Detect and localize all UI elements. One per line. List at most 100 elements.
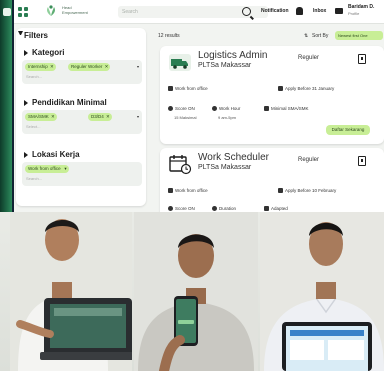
chip-internship[interactable]: Internship ✕ — [25, 63, 56, 71]
remove-chip-icon[interactable]: ▾ — [64, 165, 66, 173]
caret-right-icon[interactable] — [24, 100, 28, 106]
graduation-icon — [264, 206, 269, 211]
inbox-link[interactable]: Inbox — [313, 8, 326, 14]
work-hour-meta: Work Hour — [212, 106, 240, 111]
kategori-search[interactable]: Search... — [26, 74, 42, 79]
work-hour-text: Work Hour — [219, 106, 241, 111]
chip-reguler-worker[interactable]: Reguler Worker ✕ — [68, 63, 111, 71]
job-title[interactable]: Logistics Admin — [198, 50, 267, 61]
pendidikan-search[interactable]: Select... — [26, 124, 40, 129]
chip-label: D3/D4 — [91, 114, 104, 119]
deadline-meta: Apply Before 10 February — [278, 188, 336, 193]
score-value: 15 Maksimal — [174, 115, 197, 120]
chip-work-from-office[interactable]: Work from office ▾ — [25, 165, 69, 173]
photo-composite: Head Empowerment Search Notification Inb… — [0, 0, 384, 371]
photo-panel-middle — [134, 212, 258, 371]
truck-icon — [169, 54, 191, 71]
pendidikan-select[interactable]: SMA/SMK ✕ D3/D4 ✕ ▾ Select... — [22, 110, 142, 134]
photo-panel-left — [10, 212, 136, 371]
job-card[interactable]: Logistics Admin PLTSa Makassar Reguler W… — [160, 46, 384, 144]
calendar-icon — [278, 86, 283, 91]
education-text: Minimal SMA/SMK — [271, 106, 309, 111]
team-photo — [0, 212, 384, 371]
job-title[interactable]: Work Scheduler — [198, 152, 269, 163]
clock-icon — [168, 206, 173, 211]
top-navbar: Head Empowerment Search Notification Inb… — [14, 0, 384, 24]
job-type: Reguler — [298, 55, 320, 61]
bookmark-icon[interactable] — [358, 54, 366, 64]
brand-name: Head Empowerment — [62, 5, 88, 15]
education-meta: Adapted — [264, 206, 288, 211]
chip-label: Reguler Worker — [71, 64, 103, 69]
remove-chip-icon[interactable]: ✕ — [50, 63, 54, 71]
remove-chip-icon[interactable]: ✕ — [105, 63, 109, 71]
filter-panel: Filters Kategori Internship ✕ Reguler Wor… — [16, 28, 146, 206]
calendar-clock-icon — [169, 155, 192, 175]
funnel-icon — [18, 31, 23, 37]
location-meta: Work from office — [168, 86, 208, 91]
score-meta: Score ON — [168, 106, 195, 111]
remove-chip-icon[interactable]: ✕ — [106, 113, 110, 121]
user-name[interactable]: Baridam D. — [348, 4, 374, 10]
remove-chip-icon[interactable]: ✕ — [51, 113, 55, 121]
sort-label: Sort By — [312, 33, 329, 39]
inbox-icon[interactable] — [335, 8, 343, 14]
apply-button[interactable]: Daftar Sekarang — [326, 125, 370, 135]
caret-right-icon[interactable] — [24, 50, 28, 56]
deadline-text: Apply Before 10 February — [285, 188, 337, 193]
sort-icon: ⇅ — [304, 33, 309, 39]
person-with-tablet-illustration — [260, 212, 384, 371]
app-screenshot: Head Empowerment Search Notification Inb… — [14, 0, 384, 212]
work-hour-value: 9 am-5pm — [218, 115, 237, 120]
education-meta: Minimal SMA/SMK — [264, 106, 309, 111]
bookmark-icon[interactable] — [358, 156, 366, 166]
filter-title: Filters — [24, 31, 49, 40]
filter-section-lokasi[interactable]: Lokasi Kerja — [32, 150, 80, 159]
deadline-text: Apply Before 31 January — [285, 86, 335, 91]
clock-icon — [168, 106, 173, 111]
location-text: Work from office — [175, 86, 208, 91]
person-with-laptop-illustration — [10, 212, 136, 371]
duration-text: Duration — [219, 206, 237, 211]
lokasi-search[interactable]: Search... — [26, 176, 42, 181]
sort-select[interactable]: Newest first One — [335, 31, 383, 40]
job-card[interactable]: Work Scheduler PLTSa Makassar Reguler Wo… — [160, 148, 384, 212]
chip-sma-smk[interactable]: SMA/SMK ✕ — [25, 113, 57, 121]
photo-panel-right — [260, 212, 384, 371]
notification-link[interactable]: Notification — [261, 8, 289, 14]
filter-section-kategori[interactable]: Kategori — [32, 48, 64, 57]
building-icon — [168, 188, 173, 193]
education-text: Adapted — [271, 206, 288, 211]
job-type: Reguler — [298, 157, 320, 163]
score-text: Score ON — [175, 106, 195, 111]
chevron-down-icon[interactable]: ▾ — [137, 114, 139, 119]
search-icon[interactable] — [242, 7, 251, 16]
user-subtitle: Profile — [348, 11, 360, 16]
lokasi-select[interactable]: Work from office ▾ Search... — [22, 162, 142, 186]
results-count: 12 results — [158, 33, 180, 39]
grid-menu-icon[interactable] — [18, 7, 28, 17]
chip-label: Work from office — [28, 166, 61, 171]
job-company: PLTSa Makassar — [198, 164, 252, 171]
device-tab — [3, 8, 11, 16]
chip-label: SMA/SMK — [28, 114, 49, 119]
kategori-select[interactable]: Internship ✕ Reguler Worker ✕ ▾ Search... — [22, 60, 142, 84]
graduation-icon — [264, 106, 269, 111]
building-icon — [168, 86, 173, 91]
score-text: Score ON — [175, 206, 195, 211]
deadline-meta: Apply Before 31 January — [278, 86, 334, 91]
person-with-phone-illustration — [134, 212, 258, 371]
filter-section-pendidikan[interactable]: Pendidikan Minimal — [32, 98, 107, 107]
duration-meta: Duration — [212, 206, 236, 211]
bell-icon[interactable] — [296, 7, 303, 15]
caret-right-icon[interactable] — [24, 152, 28, 158]
location-text: Work from office — [175, 188, 208, 193]
chevron-down-icon[interactable]: ▾ — [137, 64, 139, 69]
clock-icon — [212, 106, 217, 111]
clock-icon — [212, 206, 217, 211]
brand-logo — [47, 5, 55, 16]
score-meta: Score ON — [168, 206, 195, 211]
calendar-icon — [278, 188, 283, 193]
chip-d3-d4[interactable]: D3/D4 ✕ — [88, 113, 112, 121]
job-company: PLTSa Makassar — [198, 62, 252, 69]
